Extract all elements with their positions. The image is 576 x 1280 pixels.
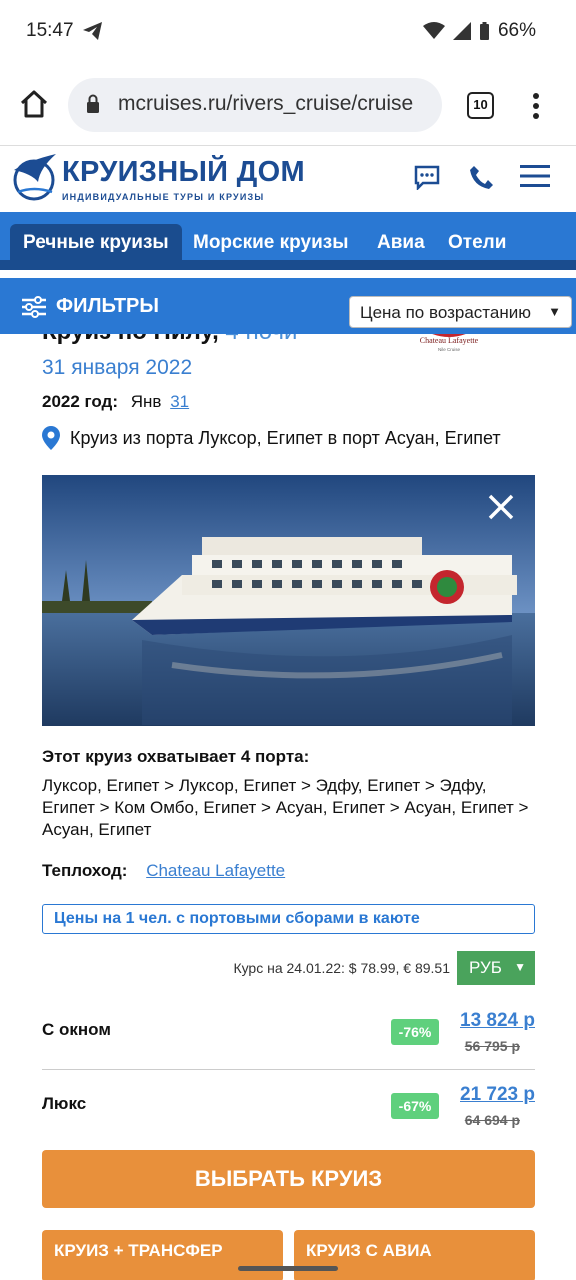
cruise-avia-button[interactable]: КРУИЗ С АВИА xyxy=(294,1230,535,1280)
brand-tagline: ИНДИВИДУАЛЬНЫЕ ТУРЫ И КРУИЗЫ xyxy=(62,192,265,202)
telegram-icon xyxy=(83,22,102,40)
month-label: Янв xyxy=(130,392,162,411)
ship-row: Теплоход: Chateau Lafayette xyxy=(42,861,285,881)
cruise-title[interactable]: Круиз по Нилу, 4 ночи xyxy=(42,334,297,346)
sliders-icon[interactable] xyxy=(22,296,46,318)
close-icon[interactable] xyxy=(487,493,515,521)
gesture-home-indicator[interactable] xyxy=(238,1266,338,1271)
tab-river-cruises[interactable]: Речные круизы xyxy=(23,232,169,254)
cruise-date: 31 января 2022 xyxy=(42,356,193,379)
url-text: mcruises.ru/rivers_cruise/cruise xyxy=(118,92,414,115)
sort-select[interactable]: Цена по возрастанию ▼ xyxy=(349,296,572,328)
partner-logo-icon: Chateau Lafayette Nile Cruise xyxy=(420,334,479,352)
brand-name[interactable]: КРУИЗНЫЙ ДОМ xyxy=(62,156,305,189)
price-link[interactable]: 21 723 р xyxy=(460,1084,535,1106)
filters-label[interactable]: ФИЛЬТРЫ xyxy=(56,295,159,318)
currency-select[interactable]: РУБ ▼ xyxy=(457,951,535,985)
cruise-title-text: Круиз по Нилу, xyxy=(42,334,219,345)
choose-cruise-button[interactable]: ВЫБРАТЬ КРУИЗ xyxy=(42,1150,535,1208)
currency-value: РУБ xyxy=(469,958,502,977)
price-link[interactable]: 13 824 р xyxy=(460,1010,535,1032)
ports-heading: Этот круиз охватывает 4 порта: xyxy=(42,747,310,766)
filter-bar: ФИЛЬТРЫ Цена по возрастанию ▼ xyxy=(0,278,576,334)
tab-avia[interactable]: Авиа xyxy=(377,232,425,254)
route-text: Круиз из порта Луксор, Египет в порт Асу… xyxy=(70,427,501,448)
cabin-name: С окном xyxy=(42,1020,111,1039)
price-note: Цены на 1 чел. с портовыми сборами в каю… xyxy=(42,904,535,934)
sort-selected-value: Цена по возрастанию xyxy=(360,303,531,322)
old-price: 64 694 р xyxy=(464,1112,520,1128)
status-bar: 15:47 66% xyxy=(0,0,576,66)
dropdown-arrow-icon: ▼ xyxy=(514,960,526,974)
discount-badge: -67% xyxy=(391,1093,439,1119)
divider xyxy=(42,1069,535,1070)
discount-badge: -76% xyxy=(391,1019,439,1045)
price-row-lux: Люкс -67% 21 723 р 64 694 р xyxy=(42,1074,535,1148)
browser-toolbar: mcruises.ru/rivers_cruise/cruise 10 xyxy=(0,66,576,146)
battery-icon xyxy=(479,21,489,40)
home-icon[interactable] xyxy=(18,88,50,120)
main-nav: Речные круизы Морские круизы Авиа Отели xyxy=(0,212,576,270)
signal-icon xyxy=(452,22,471,40)
bird-logo-icon[interactable] xyxy=(12,152,58,202)
site-header: КРУИЗНЫЙ ДОМ ИНДИВИДУАЛЬНЫЕ ТУРЫ И КРУИЗ… xyxy=(0,146,576,212)
tab-hotels[interactable]: Отели xyxy=(448,232,506,254)
tab-switcher-button[interactable]: 10 xyxy=(467,92,494,119)
svg-text:Nile Cruise: Nile Cruise xyxy=(438,347,461,352)
cruise-year-row: 2022 год: Янв 31 xyxy=(42,392,189,412)
battery-level: 66% xyxy=(497,20,536,41)
hamburger-menu-icon[interactable] xyxy=(520,164,550,188)
location-pin-icon xyxy=(42,426,60,450)
ship-label: Теплоход: xyxy=(42,861,128,880)
status-time: 15:47 xyxy=(26,20,74,41)
ship-illustration xyxy=(42,475,535,726)
cruise-route: Круиз из порта Луксор, Египет в порт Асу… xyxy=(42,426,501,450)
chat-icon[interactable] xyxy=(414,164,440,190)
ship-link[interactable]: Chateau Lafayette xyxy=(146,861,285,880)
exchange-rate: Курс на 24.01.22: $ 78.99, € 89.51 xyxy=(233,960,450,976)
wifi-icon xyxy=(422,22,445,39)
dropdown-arrow-icon: ▼ xyxy=(548,304,561,319)
cruise-title-nights: 4 ночи xyxy=(225,334,297,345)
cruise-card: Круиз по Нилу, 4 ночи Chateau Lafayette … xyxy=(0,334,576,1280)
date-link[interactable]: 31 xyxy=(170,392,189,411)
year-label: 2022 год: xyxy=(42,392,119,411)
price-row-window: С окном -76% 13 824 р 56 795 р xyxy=(42,1000,535,1074)
more-vert-icon[interactable] xyxy=(528,90,544,122)
cabin-name: Люкс xyxy=(42,1094,87,1113)
old-price: 56 795 р xyxy=(464,1038,520,1054)
svg-text:Chateau Lafayette: Chateau Lafayette xyxy=(420,336,479,345)
ship-photo[interactable] xyxy=(42,475,535,726)
cruise-transfer-button[interactable]: КРУИЗ + ТРАНСФЕР xyxy=(42,1230,283,1280)
ports-list: Луксор, Египет > Луксор, Египет > Эдфу, … xyxy=(42,776,529,839)
phone-icon[interactable] xyxy=(469,164,493,190)
address-bar[interactable]: mcruises.ru/rivers_cruise/cruise xyxy=(68,78,442,132)
tab-sea-cruises[interactable]: Морские круизы xyxy=(193,232,348,254)
lock-icon xyxy=(87,94,99,113)
